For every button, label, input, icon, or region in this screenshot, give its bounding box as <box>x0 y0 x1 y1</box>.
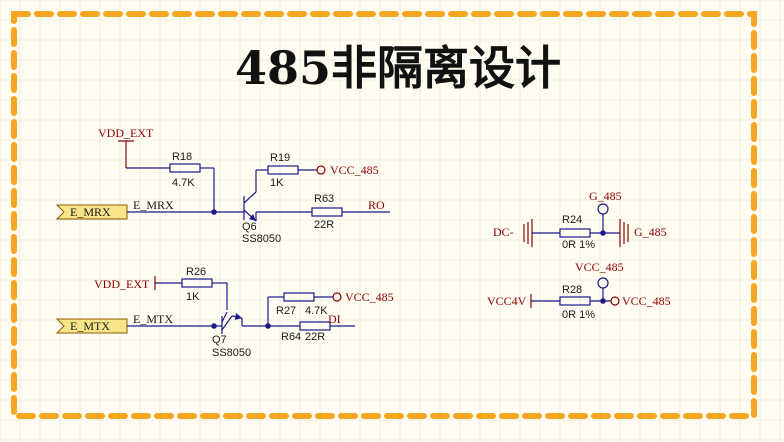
net-vcc485-2: VCC_485 <box>345 290 394 304</box>
net-vdd-ext-1: VDD_EXT <box>98 126 154 140</box>
transistor-q7[interactable] <box>214 311 243 334</box>
r19-ref: R19 <box>270 152 290 164</box>
resistor-r19[interactable] <box>267 165 299 175</box>
resistor-r28[interactable] <box>559 296 591 306</box>
net-vcc485-3: VCC_485 <box>575 260 624 274</box>
r18-value: 4.7K <box>172 177 195 189</box>
r27-ref: R27 <box>276 305 296 317</box>
r19-value: 1K <box>270 177 284 189</box>
q6-ref: Q6 <box>242 221 257 233</box>
schematic-canvas: 485非隔离设计 E_MRX E_MRX VDD_EXT R18 4.7K Q6… <box>0 0 784 442</box>
r28-value: 0R 1% <box>562 309 595 321</box>
net-vcc4v: VCC4V <box>487 294 527 308</box>
net-g485-right: G_485 <box>634 225 667 239</box>
r28-ref: R28 <box>562 284 582 296</box>
resistor-r64[interactable] <box>299 321 331 331</box>
r63-ref: R63 <box>314 193 334 205</box>
r26-ref: R26 <box>186 266 206 278</box>
net-g485-top: G_485 <box>589 189 622 203</box>
r63-value: 22R <box>314 219 334 231</box>
power-port-vcc485-3 <box>597 277 609 289</box>
net-di: DI <box>328 312 341 326</box>
q7-value: SS8050 <box>212 347 251 359</box>
r64-value: 22R <box>305 331 325 343</box>
power-port-vcc485-4 <box>610 296 620 306</box>
net-e-mrx: E_MRX <box>133 198 174 212</box>
resistor-r24[interactable] <box>559 228 591 238</box>
power-port-vcc485-1 <box>316 165 326 175</box>
port-e-mtx-label: E_MTX <box>70 319 110 333</box>
port-e-mrx-label: E_MRX <box>70 205 111 219</box>
r18-ref: R18 <box>172 151 192 163</box>
q7-ref: Q7 <box>212 334 227 346</box>
net-vcc485-1: VCC_485 <box>330 163 379 177</box>
sheet-title: 485非隔离设计 <box>235 41 561 95</box>
r26-value: 1K <box>186 291 200 303</box>
net-ro: RO <box>368 198 385 212</box>
r24-ref: R24 <box>562 214 582 226</box>
resistor-r63[interactable] <box>311 207 343 217</box>
r27-value: 4.7K <box>305 305 328 317</box>
net-e-mtx: E_MTX <box>133 312 173 326</box>
r24-value: 0R 1% <box>562 239 595 251</box>
resistor-r18[interactable] <box>169 163 201 173</box>
net-vdd-ext-2: VDD_EXT <box>94 277 150 291</box>
r64-ref: R64 <box>281 331 301 343</box>
net-vcc485-4: VCC_485 <box>622 294 671 308</box>
transistor-q6[interactable] <box>243 191 257 222</box>
net-dc-minus: DC- <box>493 225 514 239</box>
schematic-svg: 485非隔离设计 E_MRX E_MRX VDD_EXT R18 4.7K Q6… <box>0 0 784 442</box>
q6-value: SS8050 <box>242 233 281 245</box>
power-port-g485-top <box>597 203 609 215</box>
